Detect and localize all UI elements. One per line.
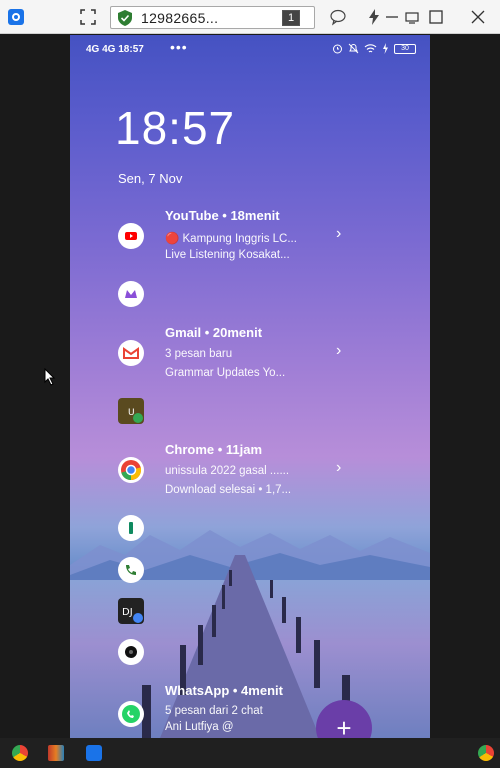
minimize-icon[interactable] xyxy=(382,7,402,27)
podcast-app-icon[interactable] xyxy=(118,281,144,307)
camera-app-icon[interactable] xyxy=(118,639,144,665)
address-bar[interactable]: 12982665... 1 xyxy=(110,6,315,29)
gmail-notification-title[interactable]: Gmail • 20menit xyxy=(165,325,262,340)
tab-count-badge[interactable]: 1 xyxy=(282,10,300,26)
chat-bubble-icon[interactable] xyxy=(328,7,348,27)
alarm-icon xyxy=(333,44,342,54)
more-notifications-icon: ••• xyxy=(170,39,188,55)
address-text: 12982665... xyxy=(141,10,219,26)
youtube-notification-title[interactable]: YouTube • 18menit xyxy=(165,208,280,223)
whatsapp-notification-line1[interactable]: 5 pesan dari 2 chat xyxy=(165,705,263,717)
gmail-notification-line2[interactable]: Grammar Updates Yo... xyxy=(165,367,285,379)
gmail-notification-line1[interactable]: 3 pesan baru xyxy=(165,348,232,360)
browser-tray-icon[interactable] xyxy=(478,745,494,761)
gmail-icon[interactable] xyxy=(118,340,144,366)
dj-app-icon[interactable]: DJ xyxy=(118,598,144,624)
whatsapp-notification-line2[interactable]: Ani Lutfiya @ xyxy=(165,721,234,733)
status-left-text: 4G 4G 18:57 xyxy=(86,44,144,55)
youtube-expand-chevron-icon[interactable]: › xyxy=(336,225,341,243)
taskbar xyxy=(0,738,500,768)
charging-icon xyxy=(383,43,388,54)
phone-lockscreen: 4G 4G 18:57 ••• 30 18:57 Sen, 7 Nov YouT… xyxy=(70,35,430,738)
whatsapp-notification-title[interactable]: WhatsApp • 4menit xyxy=(165,683,283,698)
unissula-app-icon[interactable]: U xyxy=(118,398,144,424)
chrome-taskbar-icon[interactable] xyxy=(12,745,28,761)
whatsapp-icon[interactable] xyxy=(118,701,144,727)
youtube-notification-line1[interactable]: 🔴 Kampung Inggris LC... xyxy=(165,231,297,245)
maximize-icon[interactable] xyxy=(426,7,446,27)
wifi-icon xyxy=(364,44,377,53)
remote-app-taskbar-icon[interactable] xyxy=(86,745,102,761)
chrome-expand-chevron-icon[interactable]: › xyxy=(336,459,341,477)
close-icon[interactable] xyxy=(468,7,488,27)
restore-window-icon[interactable] xyxy=(402,7,422,27)
tasks-app-icon[interactable] xyxy=(118,515,144,541)
youtube-notification-line2[interactable]: Live Listening Kosakat... xyxy=(165,249,290,261)
chrome-icon[interactable] xyxy=(118,457,144,483)
lockscreen-date: Sen, 7 Nov xyxy=(118,171,183,186)
chrome-notification-title[interactable]: Chrome • 11jam xyxy=(165,442,262,457)
svg-text:DJ: DJ xyxy=(122,607,133,618)
fullscreen-icon[interactable] xyxy=(80,9,96,25)
window-title-bar: 12982665... 1 xyxy=(0,0,500,34)
battery-indicator: 30 xyxy=(394,43,416,54)
chrome-notification-line2[interactable]: Download selesai • 1,7... xyxy=(165,484,291,496)
phone-app-icon[interactable] xyxy=(118,557,144,583)
lockscreen-clock: 18:57 xyxy=(115,102,236,154)
chrome-notification-line1[interactable]: unissula 2022 gasal ...... xyxy=(165,465,289,477)
gmail-expand-chevron-icon[interactable]: › xyxy=(336,342,341,360)
app-logo-icon xyxy=(8,9,24,25)
youtube-icon[interactable] xyxy=(118,223,144,249)
archive-taskbar-icon[interactable] xyxy=(48,745,64,761)
status-bar: 4G 4G 18:57 ••• 30 xyxy=(70,35,430,63)
shield-icon xyxy=(118,10,132,26)
mute-bell-icon xyxy=(348,43,359,54)
lightning-icon[interactable] xyxy=(364,7,384,27)
mouse-cursor-icon xyxy=(44,368,56,386)
